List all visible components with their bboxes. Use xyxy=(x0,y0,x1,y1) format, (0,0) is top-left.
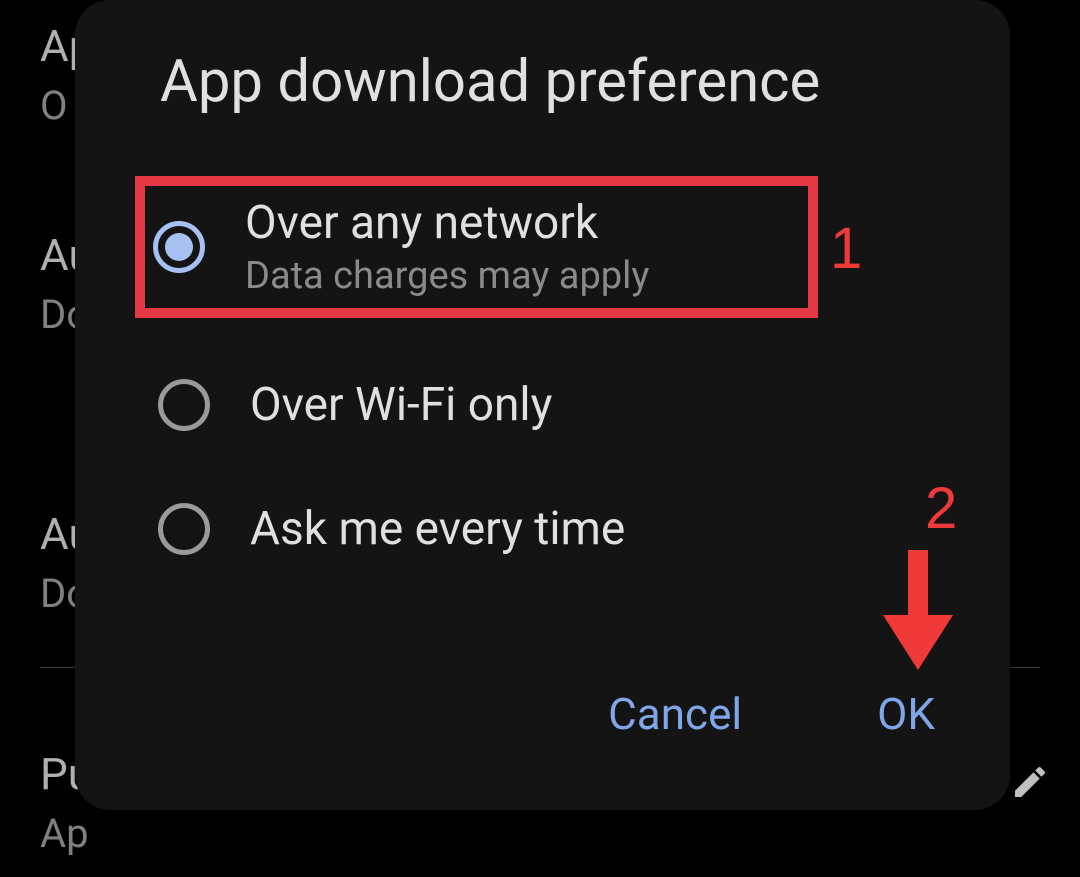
radio-selected-icon xyxy=(153,221,205,273)
option-text: Ask me every time xyxy=(250,502,625,556)
option-label: Over any network xyxy=(245,196,649,250)
edit-pencil-icon[interactable] xyxy=(1010,762,1050,802)
option-text: Over any network Data charges may apply xyxy=(245,196,649,298)
option-over-wifi-only[interactable]: Over Wi-Fi only xyxy=(150,368,960,442)
option-label: Over Wi-Fi only xyxy=(250,378,552,432)
option-text: Over Wi-Fi only xyxy=(250,378,552,432)
annotation-arrow-icon xyxy=(878,545,958,675)
option-label: Ask me every time xyxy=(250,502,625,556)
app-download-preference-dialog: App download preference Over any network… xyxy=(75,0,1010,810)
dialog-title: App download preference xyxy=(160,48,960,116)
option-ask-every-time[interactable]: Ask me every time xyxy=(150,492,960,566)
option-subtext: Data charges may apply xyxy=(245,254,649,298)
ok-button[interactable]: OK xyxy=(877,688,935,740)
radio-unselected-icon xyxy=(158,503,210,555)
cancel-button[interactable]: Cancel xyxy=(608,688,742,740)
dialog-action-buttons: Cancel OK xyxy=(608,688,935,740)
option-over-any-network[interactable]: Over any network Data charges may apply xyxy=(135,176,818,318)
bg-setting-sub: Ap xyxy=(40,810,1040,857)
annotation-number-1: 1 xyxy=(830,215,862,282)
annotation-number-2: 2 xyxy=(925,475,957,542)
radio-unselected-icon xyxy=(158,379,210,431)
